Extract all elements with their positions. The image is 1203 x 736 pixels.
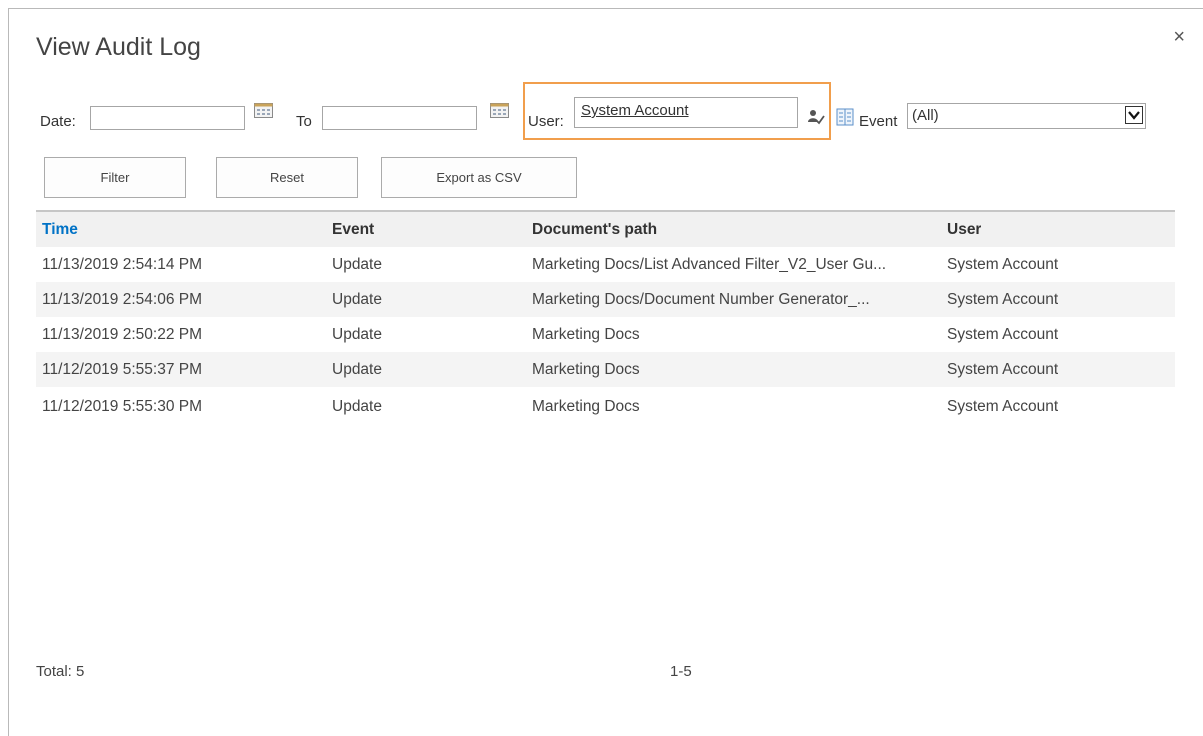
cell-time: 11/13/2019 2:54:14 PM — [42, 256, 203, 273]
user-label: User: — [528, 113, 564, 130]
table-row: 11/13/2019 2:54:14 PM Update Marketing D… — [36, 247, 1175, 282]
cell-event: Update — [332, 361, 382, 378]
cell-time: 11/12/2019 5:55:30 PM — [42, 398, 203, 415]
user-value[interactable]: System Account — [581, 102, 689, 119]
column-header-event: Event — [332, 221, 375, 238]
column-header-user: User — [947, 221, 982, 238]
cell-user: System Account — [947, 326, 1059, 343]
calendar-to-icon[interactable] — [490, 103, 509, 118]
table-header: Time Event Document's path User — [36, 212, 1175, 247]
address-book-icon[interactable] — [836, 108, 854, 126]
cell-user: System Account — [947, 291, 1059, 308]
cell-path: Marketing Docs — [532, 398, 640, 415]
table-row: 11/12/2019 5:55:30 PM Update Marketing D… — [36, 389, 1175, 424]
event-select[interactable]: (All) — [907, 103, 1146, 129]
cell-user: System Account — [947, 256, 1059, 273]
cell-event: Update — [332, 398, 382, 415]
cell-time: 11/13/2019 2:54:06 PM — [42, 291, 203, 308]
audit-log-dialog: View Audit Log × Date: To User: System A… — [8, 8, 1203, 736]
cell-path: Marketing Docs — [532, 361, 640, 378]
cell-event: Update — [332, 326, 382, 343]
cell-event: Update — [332, 291, 382, 308]
cell-user: System Account — [947, 398, 1059, 415]
close-icon[interactable]: × — [1173, 27, 1185, 47]
to-label: To — [296, 113, 312, 130]
user-picker-input[interactable]: System Account — [574, 97, 798, 128]
paging-range: 1-5 — [670, 663, 692, 680]
date-from-input[interactable] — [90, 106, 245, 130]
cell-time: 11/12/2019 5:55:37 PM — [42, 361, 203, 378]
reset-button[interactable]: Reset — [216, 157, 358, 198]
export-csv-button[interactable]: Export as CSV — [381, 157, 577, 198]
event-select-value: (All) — [912, 107, 939, 124]
total-count: Total: 5 — [36, 663, 85, 680]
dialog-title: View Audit Log — [36, 33, 201, 61]
cell-event: Update — [332, 256, 382, 273]
cell-path: Marketing Docs — [532, 326, 640, 343]
check-names-icon[interactable] — [807, 108, 825, 126]
date-label: Date: — [40, 113, 76, 130]
table-row: 11/13/2019 2:50:22 PM Update Marketing D… — [36, 317, 1175, 352]
cell-user: System Account — [947, 361, 1059, 378]
table-row: 11/12/2019 5:55:37 PM Update Marketing D… — [36, 352, 1175, 387]
cell-time: 11/13/2019 2:50:22 PM — [42, 326, 203, 343]
column-header-time[interactable]: Time — [42, 212, 78, 247]
calendar-from-icon[interactable] — [254, 103, 273, 118]
cell-path: Marketing Docs/Document Number Generator… — [532, 291, 870, 308]
cell-path: Marketing Docs/List Advanced Filter_V2_U… — [532, 256, 887, 273]
date-to-input[interactable] — [322, 106, 477, 130]
chevron-down-icon[interactable] — [1125, 106, 1143, 124]
table-row: 11/13/2019 2:54:06 PM Update Marketing D… — [36, 282, 1175, 317]
column-header-path: Document's path — [532, 221, 658, 238]
event-label: Event — [859, 113, 898, 130]
filter-button[interactable]: Filter — [44, 157, 186, 198]
